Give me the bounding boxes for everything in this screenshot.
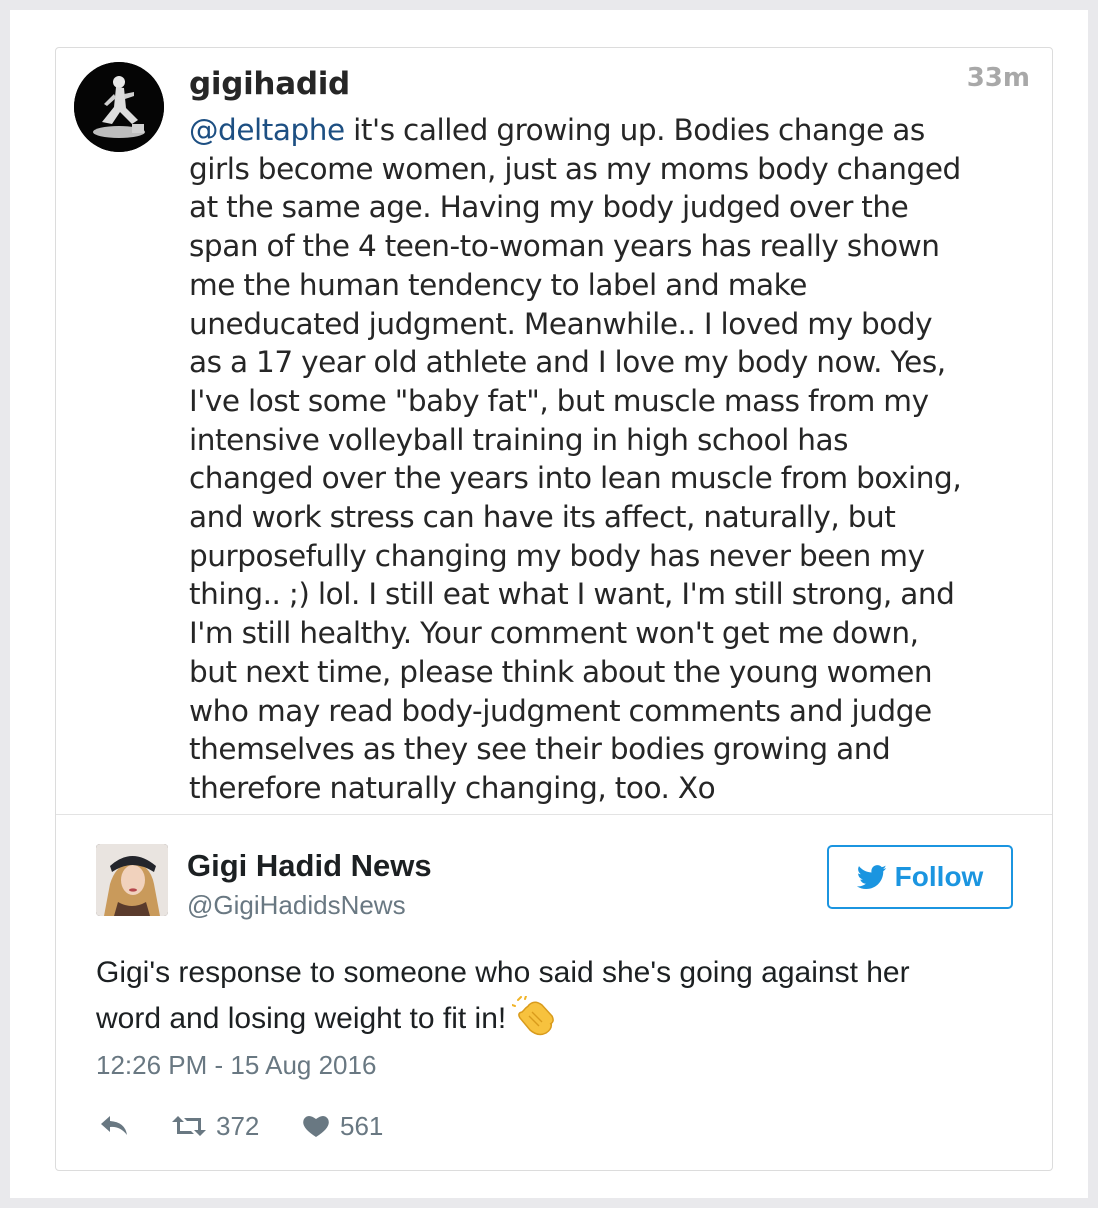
tweet-timestamp[interactable]: 12:26 PM - 15 Aug 2016 xyxy=(96,1050,376,1081)
retweet-icon xyxy=(172,1116,206,1136)
comment-line: themselves as they see their bodies grow… xyxy=(189,732,891,767)
comment-line-text: it's called growing up. Bodies change as xyxy=(344,113,925,147)
comment-line: thing.. ;) lol. I still eat what I want,… xyxy=(189,577,955,612)
comment-timestamp: 33m xyxy=(966,63,1030,93)
comment-line: @deltaphe it's called growing up. Bodies… xyxy=(189,111,1034,150)
section-divider xyxy=(56,814,1052,815)
comment-line: who may read body-judgment comments and … xyxy=(189,693,932,728)
instagram-avatar[interactable] xyxy=(74,62,164,152)
tweet-text-line: Gigi's response to someone who said she'… xyxy=(96,956,910,989)
profile-photo-icon xyxy=(74,62,164,152)
comment-line: and work stress can have its affect, nat… xyxy=(189,500,896,535)
tweet-text: Gigi's response to someone who said she'… xyxy=(96,950,996,1050)
comment-line: but next time, please think about the yo… xyxy=(189,654,933,689)
comment-line: purposefully changing my body has never … xyxy=(189,538,925,573)
embedded-post-card: gigihadid 33m @deltaphe it's called grow… xyxy=(55,47,1053,1171)
instagram-comment: @deltaphe it's called growing up. Bodies… xyxy=(189,111,1034,808)
like-count: 561 xyxy=(340,1110,384,1141)
comment-line: I've lost some "baby fat", but muscle ma… xyxy=(189,383,929,418)
twitter-bird-icon xyxy=(856,864,887,889)
tweet-text-line-text: word and losing weight to fit in! xyxy=(96,1002,507,1035)
comment-line: at the same age. Having my body judged o… xyxy=(189,190,909,225)
comment-line: as a 17 year old athlete and I love my b… xyxy=(189,345,946,380)
profile-photo-icon xyxy=(96,844,168,916)
tweet-text-line: word and losing weight to fit in! xyxy=(96,995,996,1050)
comment-line: span of the 4 teen-to-woman years has re… xyxy=(189,229,940,264)
follow-button[interactable]: Follow xyxy=(827,845,1013,909)
tweet-avatar[interactable] xyxy=(96,844,168,916)
screenshot-frame: gigihadid 33m @deltaphe it's called grow… xyxy=(10,10,1088,1198)
instagram-username[interactable]: gigihadid xyxy=(189,66,350,102)
follow-label: Follow xyxy=(894,861,984,892)
tweet-handle[interactable]: @GigiHadidsNews xyxy=(187,890,406,921)
like-button[interactable]: 561 xyxy=(302,1111,383,1142)
clapping-hands-icon xyxy=(511,995,556,1050)
comment-line: changed over the years into lean muscle … xyxy=(189,461,962,496)
tweet-actions: 372 561 xyxy=(98,1106,383,1146)
comment-line: girls become women, just as my moms body… xyxy=(189,151,961,186)
retweet-button[interactable]: 372 xyxy=(172,1111,302,1142)
reply-button[interactable] xyxy=(98,1113,172,1139)
mention-link[interactable]: @deltaphe xyxy=(189,113,345,147)
heart-icon xyxy=(303,1116,329,1137)
comment-line: intensive volleyball training in high sc… xyxy=(189,422,849,457)
comment-line: uneducated judgment. Meanwhile.. I loved… xyxy=(189,306,933,341)
comment-line: therefore naturally changing, too. Xo xyxy=(189,770,716,805)
reply-icon xyxy=(101,1116,127,1135)
tweet-display-name[interactable]: Gigi Hadid News xyxy=(187,848,432,884)
retweet-count: 372 xyxy=(216,1110,260,1141)
comment-line: I'm still healthy. Your comment won't ge… xyxy=(189,616,919,651)
comment-line: me the human tendency to label and make xyxy=(189,267,807,302)
